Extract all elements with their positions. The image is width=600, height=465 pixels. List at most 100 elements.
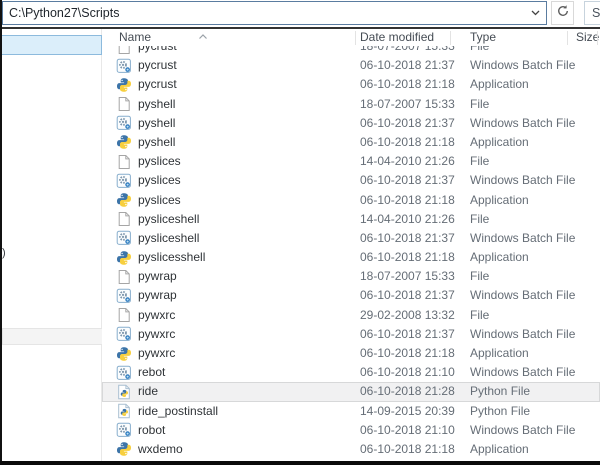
window-bottom-edge bbox=[0, 461, 600, 465]
address-bar[interactable]: C:\Python27\Scripts bbox=[2, 1, 547, 25]
file-name[interactable]: pyslices bbox=[138, 171, 181, 190]
column-divider[interactable] bbox=[567, 31, 568, 45]
file-name[interactable]: pyslices bbox=[138, 191, 181, 210]
file-type: Application bbox=[470, 248, 529, 267]
file-row[interactable]: pyshell 06-10-2018 21:18 Application bbox=[102, 133, 600, 152]
file-type: Windows Batch File bbox=[470, 363, 575, 382]
file-row[interactable]: pycrust 06-10-2018 21:18 Application bbox=[102, 75, 600, 94]
list-header: Name Date modified Type Size bbox=[102, 29, 600, 46]
file-date-modified: 06-10-2018 21:37 bbox=[360, 286, 455, 305]
column-divider[interactable] bbox=[450, 31, 451, 45]
file-date-modified: 06-10-2018 21:18 bbox=[360, 133, 455, 152]
file-name[interactable]: pywxrc bbox=[138, 325, 175, 344]
file-list: pycrust18-07-2007 15:33Filepycrust06-10-… bbox=[102, 46, 600, 461]
file-name[interactable]: pywxrc bbox=[138, 306, 175, 325]
file-row[interactable]: pywxrc 06-10-2018 21:37 Windows Batch File bbox=[102, 325, 600, 344]
file-row[interactable]: pyslices06-10-2018 21:18Application bbox=[102, 191, 600, 210]
tree-hover-item[interactable] bbox=[2, 328, 102, 345]
file-date-modified: 06-10-2018 21:37 bbox=[360, 171, 455, 190]
file-name[interactable]: pysliceshell bbox=[138, 229, 199, 248]
file-type: Application bbox=[470, 440, 529, 459]
batch-icon bbox=[116, 288, 132, 304]
column-header-type[interactable]: Type bbox=[470, 30, 496, 44]
column-divider[interactable] bbox=[355, 31, 356, 45]
file-row[interactable]: pysliceshell14-04-2010 21:26File bbox=[102, 210, 600, 229]
file-type: Application bbox=[470, 344, 529, 363]
file-row[interactable]: pyslices06-10-2018 21:37Windows Batch Fi… bbox=[102, 171, 600, 190]
column-header-name[interactable]: Name bbox=[119, 30, 151, 44]
file-date-modified: 18-07-2007 15:33 bbox=[360, 95, 455, 114]
file-rows: pycrust18-07-2007 15:33Filepycrust06-10-… bbox=[102, 46, 600, 459]
file-icon bbox=[116, 96, 132, 112]
file-row[interactable]: pywrap06-10-2018 21:37Windows Batch File bbox=[102, 286, 600, 305]
file-type: File bbox=[470, 267, 489, 286]
file-row[interactable]: pyslicesshell06-10-2018 21:18Application bbox=[102, 248, 600, 267]
batch-icon bbox=[116, 326, 132, 342]
batch-icon bbox=[116, 230, 132, 246]
file-icon bbox=[116, 269, 132, 285]
file-row[interactable]: pyshell06-10-2018 21:37Windows Batch Fil… bbox=[102, 114, 600, 133]
file-name[interactable]: pycrust bbox=[138, 46, 177, 56]
file-row[interactable]: pysliceshell06-10-2018 21:37Windows Batc… bbox=[102, 229, 600, 248]
python-app-icon bbox=[116, 441, 132, 457]
sort-ascending-icon[interactable] bbox=[198, 27, 208, 34]
file-name[interactable]: wxdemo bbox=[138, 440, 183, 459]
file-date-modified: 14-04-2010 21:26 bbox=[360, 210, 455, 229]
file-name[interactable]: pywxrc bbox=[138, 344, 175, 363]
file-date-modified: 14-09-2015 20:39 bbox=[360, 402, 455, 421]
file-type: Application bbox=[470, 191, 529, 210]
file-row[interactable]: pyslices 14-04-2010 21:26 File bbox=[102, 152, 600, 171]
file-row[interactable]: wxdemo 06-10-2018 21:18 Application bbox=[102, 440, 600, 459]
column-header-date-modified[interactable]: Date modified bbox=[360, 30, 434, 44]
file-name[interactable]: pycrust bbox=[138, 75, 177, 94]
file-name[interactable]: pywrap bbox=[138, 286, 177, 305]
search-input[interactable]: Se bbox=[584, 1, 600, 25]
file-row[interactable]: ride_postinstall14-09-2015 20:39Python F… bbox=[102, 402, 600, 421]
file-name[interactable]: pyshell bbox=[138, 133, 175, 152]
file-date-modified: 06-10-2018 21:37 bbox=[360, 325, 455, 344]
file-type: File bbox=[470, 152, 489, 171]
file-name[interactable]: pyslices bbox=[138, 152, 181, 171]
file-name[interactable]: rebot bbox=[138, 363, 165, 382]
file-type: Windows Batch File bbox=[470, 325, 575, 344]
chevron-down-icon[interactable] bbox=[524, 2, 546, 24]
file-date-modified: 06-10-2018 21:10 bbox=[360, 421, 455, 440]
address-input[interactable]: C:\Python27\Scripts bbox=[3, 6, 524, 20]
file-name[interactable]: pywrap bbox=[138, 267, 177, 286]
file-name[interactable]: pysliceshell bbox=[138, 210, 199, 229]
file-type: Application bbox=[470, 75, 529, 94]
file-type: Application bbox=[470, 133, 529, 152]
file-name[interactable]: pyshell bbox=[138, 114, 175, 133]
column-divider[interactable] bbox=[597, 31, 598, 45]
file-name[interactable]: ride_postinstall bbox=[138, 402, 218, 421]
file-date-modified: 06-10-2018 21:18 bbox=[360, 440, 455, 459]
file-icon bbox=[116, 307, 132, 323]
python-app-icon bbox=[116, 77, 132, 93]
file-date-modified: 06-10-2018 21:10 bbox=[360, 363, 455, 382]
file-name[interactable]: pycrust bbox=[138, 56, 177, 75]
file-name[interactable]: ride bbox=[138, 382, 158, 401]
file-name[interactable]: robot bbox=[138, 421, 165, 440]
file-row[interactable]: pycrust18-07-2007 15:33File bbox=[102, 46, 600, 56]
file-date-modified: 06-10-2018 21:18 bbox=[360, 75, 455, 94]
file-row[interactable]: rebot 06-10-2018 21:10 Windows Batch File bbox=[102, 363, 600, 382]
file-row[interactable]: ride06-10-2018 21:28Python File bbox=[102, 382, 600, 401]
refresh-button[interactable] bbox=[551, 1, 574, 25]
file-row[interactable]: pywxrc29-02-2008 13:32File bbox=[102, 306, 600, 325]
tree-selected-item[interactable] bbox=[1, 35, 102, 55]
file-type: Python File bbox=[470, 382, 530, 401]
file-row[interactable]: robot06-10-2018 21:10Windows Batch File bbox=[102, 421, 600, 440]
file-icon bbox=[116, 154, 132, 170]
file-name[interactable]: pyslicesshell bbox=[138, 248, 205, 267]
file-name[interactable]: pyshell bbox=[138, 95, 175, 114]
file-date-modified: 06-10-2018 21:18 bbox=[360, 344, 455, 363]
file-date-modified: 14-04-2010 21:26 bbox=[360, 152, 455, 171]
file-row[interactable]: pyshell18-07-2007 15:33File bbox=[102, 95, 600, 114]
file-row[interactable]: pycrust06-10-2018 21:37Windows Batch Fil… bbox=[102, 56, 600, 75]
file-row[interactable]: pywxrc 06-10-2018 21:18 Application bbox=[102, 344, 600, 363]
file-row[interactable]: pywrap18-07-2007 15:33File bbox=[102, 267, 600, 286]
tree-item-label-fragment: ) bbox=[2, 247, 6, 259]
navigation-sidebar: ) bbox=[2, 29, 102, 461]
column-header-size[interactable]: Size bbox=[576, 30, 599, 44]
file-date-modified: 06-10-2018 21:37 bbox=[360, 114, 455, 133]
